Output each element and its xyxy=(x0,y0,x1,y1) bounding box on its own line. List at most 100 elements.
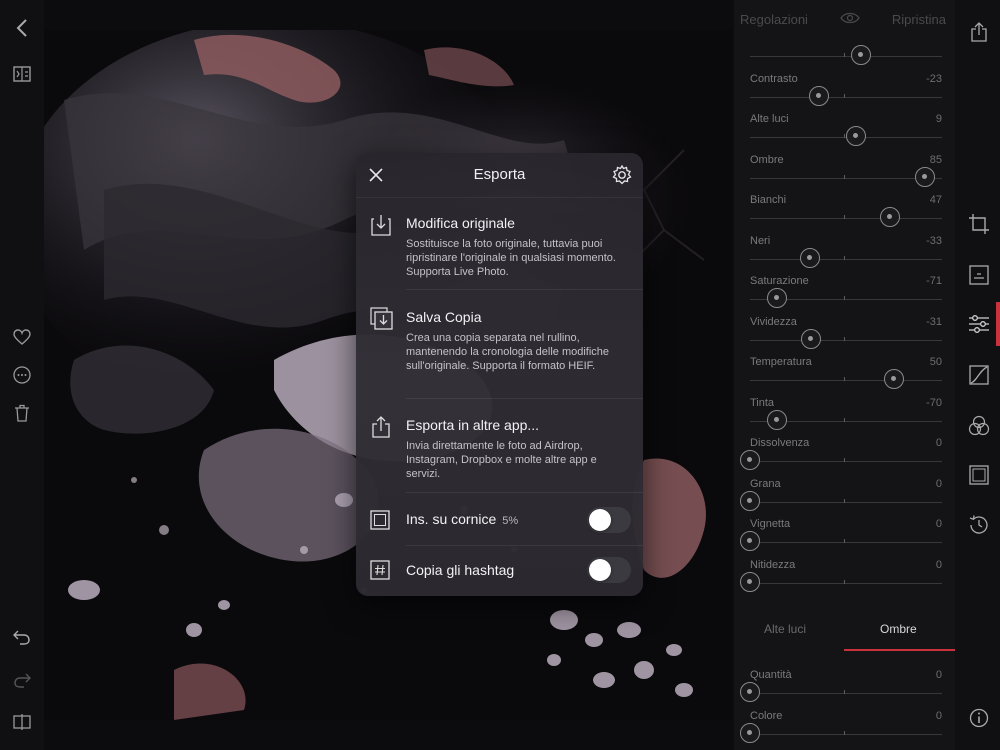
slider-knob[interactable] xyxy=(809,85,830,106)
slider-track[interactable] xyxy=(750,218,942,219)
divider xyxy=(406,492,643,493)
redo-icon[interactable] xyxy=(10,668,34,692)
option-esporta-altre-app[interactable]: Esporta in altre app... Invia direttamen… xyxy=(356,411,643,486)
slider-row: Quantità 0 xyxy=(740,669,942,709)
gear-icon[interactable] xyxy=(611,164,633,186)
slider-track[interactable] xyxy=(750,693,942,694)
slider-value: 9 xyxy=(935,113,942,125)
option-title: Esporta in altre app... xyxy=(406,417,540,433)
slider-knob[interactable] xyxy=(766,409,787,430)
slider-value: 50 xyxy=(929,356,942,368)
slider-track[interactable] xyxy=(750,542,942,543)
slider-knob[interactable] xyxy=(801,328,822,349)
slider-label: Vividezza xyxy=(750,315,797,328)
reset-button[interactable]: Ripristina xyxy=(892,12,946,27)
slider-knob[interactable] xyxy=(914,166,935,187)
toggle-row-cornice: Ins. su cornice 5% xyxy=(356,502,643,546)
adjust-icon[interactable] xyxy=(966,311,992,337)
slider-row xyxy=(750,32,942,72)
slider-knob[interactable] xyxy=(740,531,760,551)
slider-center-mark xyxy=(844,377,845,381)
heart-icon[interactable] xyxy=(10,325,34,349)
slider-knob[interactable] xyxy=(845,126,866,146)
tab-ombre[interactable]: Ombre xyxy=(880,622,917,636)
slider-label: Quantità xyxy=(750,669,792,681)
slider-track[interactable] xyxy=(750,258,942,260)
color-mix-icon[interactable] xyxy=(966,413,992,439)
text-icon[interactable] xyxy=(966,262,992,288)
option-desc: Sostituisce la foto originale, tuttavia … xyxy=(406,238,616,278)
slider-track[interactable] xyxy=(750,380,942,381)
slider-track[interactable] xyxy=(750,461,942,462)
history-icon[interactable] xyxy=(966,512,992,538)
slider-row: Bianchi 47 xyxy=(750,194,942,234)
slider-row: Nitidezza 0 xyxy=(740,558,942,599)
tab-alte-luci[interactable]: Alte luci xyxy=(764,622,806,636)
toggle-title: Ins. su cornice xyxy=(406,511,497,527)
slider-label: Nitidezza xyxy=(750,558,796,571)
compare-icon[interactable] xyxy=(10,62,34,86)
slider-center-mark xyxy=(844,93,845,98)
slider-knob[interactable] xyxy=(740,722,760,743)
slider-knob[interactable] xyxy=(880,207,901,227)
option-title: Salva Copia xyxy=(406,309,482,325)
info-icon[interactable] xyxy=(966,705,992,731)
frame-toggle[interactable] xyxy=(587,507,631,533)
divider xyxy=(406,289,643,290)
panel-title: Regolazioni xyxy=(740,12,808,27)
slider-value: -71 xyxy=(926,275,942,287)
split-view-icon[interactable] xyxy=(10,710,34,734)
option-desc: Invia direttamente le foto ad Airdrop, I… xyxy=(406,440,597,480)
slider-label: Alte luci xyxy=(750,113,789,125)
share-icon[interactable] xyxy=(966,19,992,45)
slider-row: Alte luci 9 xyxy=(750,113,942,153)
slider-knob[interactable] xyxy=(884,369,904,389)
save-copy-icon xyxy=(370,307,393,331)
slider-label: Ombre xyxy=(750,153,784,166)
slider-track[interactable] xyxy=(750,501,942,503)
slider-track[interactable] xyxy=(750,339,942,341)
slider-row: Grana 0 xyxy=(740,478,942,518)
slider-knob[interactable] xyxy=(740,490,760,511)
slider-center-mark xyxy=(844,579,845,584)
slider-track[interactable] xyxy=(750,56,942,57)
frame-icon xyxy=(370,510,392,534)
option-modifica-originale[interactable]: Modifica originale Sostituisce la foto o… xyxy=(356,209,643,289)
slider-track[interactable] xyxy=(750,582,942,584)
curves-icon[interactable] xyxy=(966,362,992,388)
crop-icon[interactable] xyxy=(966,211,992,237)
dialog-title: Esporta xyxy=(473,166,526,183)
active-tab-indicator xyxy=(844,649,956,651)
slider-knob[interactable] xyxy=(851,45,872,65)
slider-center-mark xyxy=(844,539,845,543)
slider-value: -70 xyxy=(926,396,942,409)
eye-icon[interactable] xyxy=(840,12,860,27)
slider-label: Neri xyxy=(750,234,771,247)
download-icon xyxy=(370,213,392,237)
slider-label: Vignetta xyxy=(750,518,791,530)
slider-row: Dissolvenza 0 xyxy=(740,437,942,477)
slider-value: 47 xyxy=(929,194,942,206)
undo-icon[interactable] xyxy=(10,625,34,649)
slider-track[interactable] xyxy=(750,733,942,735)
slider-knob[interactable] xyxy=(740,682,760,702)
slider-knob[interactable] xyxy=(740,571,760,592)
slider-center-mark xyxy=(844,417,845,422)
slider-knob[interactable] xyxy=(766,288,787,308)
slider-center-mark xyxy=(844,730,845,735)
slider-knob[interactable] xyxy=(799,247,820,268)
option-salva-copia[interactable]: Salva Copia Crea una copia separata nel … xyxy=(356,303,643,398)
back-icon[interactable] xyxy=(10,16,34,40)
slider-label: Colore xyxy=(750,709,783,722)
export-dialog: Esporta Modifica originale Sostituisce l… xyxy=(356,153,643,596)
trash-icon[interactable] xyxy=(10,401,34,425)
slider-center-mark xyxy=(844,690,845,694)
hashtag-toggle[interactable] xyxy=(587,557,631,583)
slider-value: -33 xyxy=(926,234,942,247)
slider-track[interactable] xyxy=(750,177,942,179)
slider-knob[interactable] xyxy=(740,450,760,470)
slider-row: Colore 0 xyxy=(740,709,942,750)
more-icon[interactable] xyxy=(10,363,34,387)
frame-icon[interactable] xyxy=(966,462,992,488)
slider-track[interactable] xyxy=(750,96,942,98)
